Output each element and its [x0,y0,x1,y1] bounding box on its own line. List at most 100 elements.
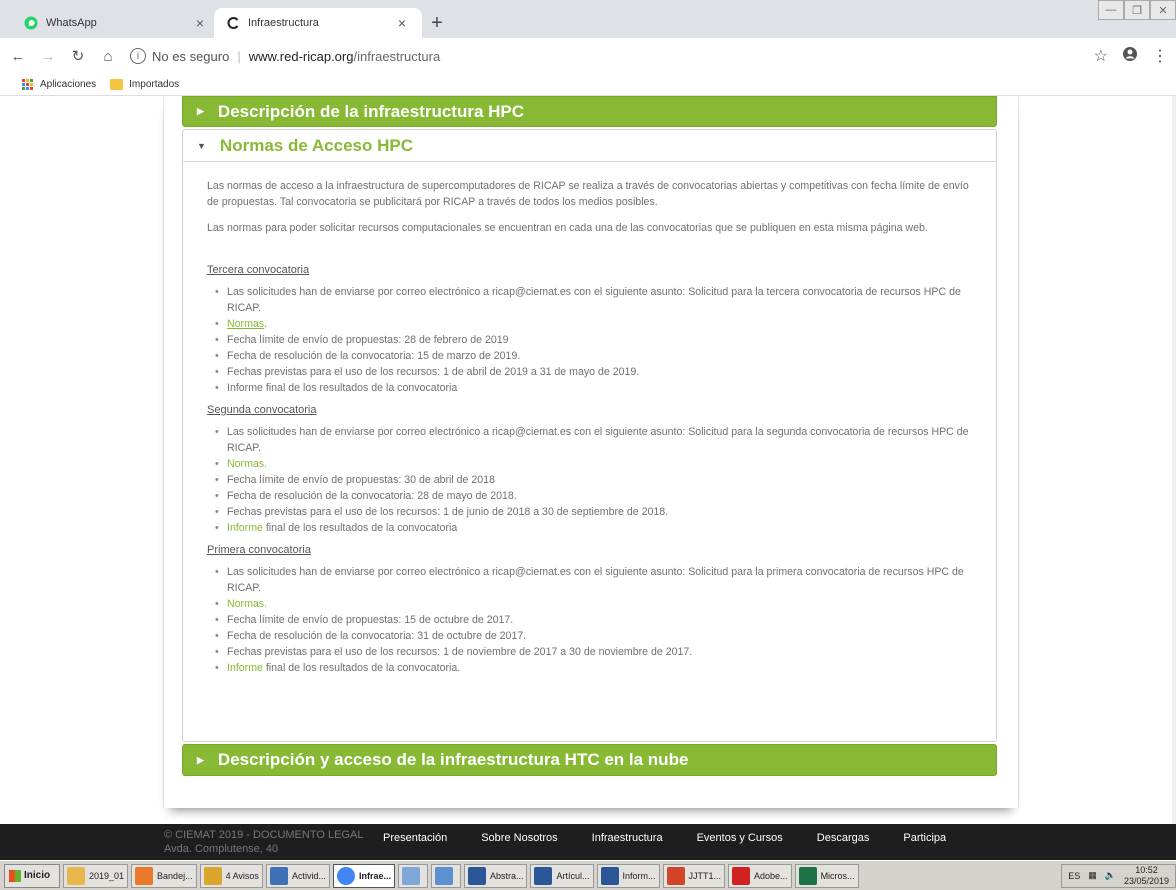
list-item: Fechas previstas para el uso de los recu… [215,504,972,520]
list-item-text: final de los resultados de la convocator… [262,662,461,674]
clock[interactable]: 10:52 23/05/2019 [1124,865,1169,887]
system-tray: ES ▦ 🔈 10:52 23/05/2019 [1061,863,1176,888]
footer-link-participa[interactable]: Participa [903,832,946,844]
list-item: Fechas previstas para el uso de los recu… [215,364,972,380]
taskbar-item-chrome[interactable]: Infrae... [332,863,395,888]
taskbar-item-word-3[interactable]: Inform... [596,863,660,888]
accordion-title: Normas de Acceso HPC [219,135,413,155]
normas-link[interactable]: Normas. [227,458,267,470]
close-tab-icon[interactable]: × [394,15,410,31]
panel-body: Las normas de acceso a la infraestructur… [183,162,996,676]
taskbar-item-folder[interactable]: 2019_01 [63,863,129,888]
taskbar-label: Micros... [820,870,855,881]
section-title-tercera: Tercera convocatoria [207,264,310,276]
star-icon[interactable]: ☆ [1094,46,1108,66]
intro-paragraph: Las normas para poder solicitar recursos… [207,222,928,234]
taskbar-item-outlook[interactable]: Bandej... [131,863,197,888]
windows-logo-icon [9,869,21,882]
footer-link-presentacion[interactable]: Presentación [383,832,447,844]
word-icon [600,866,619,885]
close-window-icon[interactable]: ✕ [1150,0,1176,20]
taskbar-item-word-1[interactable]: Abstra... [463,863,528,888]
footer-link-infraestructura[interactable]: Infraestructura [592,832,663,844]
accordion-panel-normas: ▼ Normas de Acceso HPC Las normas de acc… [182,129,997,742]
tab-label: Infraestructura [248,17,319,29]
taskbar-label: 2019_01 [89,870,125,881]
tab-infraestructura[interactable]: Infraestructura × [214,8,422,38]
accordion-header-normas[interactable]: ▼ Normas de Acceso HPC [183,130,996,162]
footer-link-eventos[interactable]: Eventos y Cursos [697,832,783,844]
taskbar-label: Activid... [291,870,326,881]
caret-down-icon: ▼ [197,140,206,151]
folder-icon [67,866,85,885]
tab-whatsapp[interactable]: WhatsApp × [12,8,220,38]
menu-icon[interactable]: ⋮ [1152,46,1168,66]
list-item: Fecha límite de envío de propuestas: 30 … [215,472,972,488]
whatsapp-icon [24,16,38,30]
forward-icon[interactable]: → [36,44,60,68]
reload-icon[interactable]: ↻ [66,44,90,68]
informe-link[interactable]: Informe [227,522,263,534]
network-icon[interactable]: ▦ [1088,870,1097,881]
account-icon[interactable] [1122,46,1138,67]
divider: | [237,48,241,64]
list-item: Fecha límite de envío de propuestas: 15 … [215,612,972,628]
back-icon[interactable]: ← [6,44,30,68]
apps-grid-icon [22,78,34,91]
bookmark-aplicaciones[interactable]: Aplicaciones [22,78,96,91]
excel-icon [798,866,817,885]
volume-icon[interactable]: 🔈 [1105,870,1116,881]
list-item: Normas. [215,316,972,332]
copyright-text[interactable]: © CIEMAT 2019 - DOCUMENTO LEGAL [164,828,363,842]
list-item: Informe final de los resultados de la co… [215,660,972,676]
list-item: Las solicitudes han de enviarse por corr… [215,424,972,456]
new-tab-button[interactable]: + [426,12,448,34]
clock-date: 23/05/2019 [1123,875,1169,886]
scrollbar[interactable] [1172,96,1176,824]
taskbar-item-excel[interactable]: Micros... [794,863,859,888]
accordion-header-htc-cloud[interactable]: ▶ Descripción y acceso de la infraestruc… [182,744,997,776]
list-tercera: Las solicitudes han de enviarse por corr… [207,284,972,396]
window-controls: — ❐ ✕ [1098,0,1176,24]
section-title-segunda: Segunda convocatoria [207,404,317,416]
bookmark-importados[interactable]: Importados [110,79,179,90]
taskbar-item-calendar[interactable]: Activid... [265,863,330,888]
taskbar-item-calculator[interactable] [397,863,428,888]
address-bar[interactable]: i No es seguro | www.red-ricap.org /infr… [130,42,1170,70]
list-item: Informe final de los resultados de la co… [215,380,972,396]
list-item: Fecha límite de envío de propuestas: 28 … [215,332,972,348]
footer-link-sobre-nosotros[interactable]: Sobre Nosotros [481,832,557,844]
home-icon[interactable]: ⌂ [96,44,120,68]
caret-right-icon: ▶ [197,106,204,116]
windows-taskbar: Inicio 2019_01 Bandej... 4 Avisos Activi… [0,860,1176,890]
close-tab-icon[interactable]: × [192,15,208,31]
section-title-primera: Primera convocatoria [207,544,311,556]
normas-link[interactable]: Normas [227,318,264,330]
taskbar-item-word-2[interactable]: Artícul... [530,863,594,888]
maximize-icon[interactable]: ❐ [1124,0,1150,20]
taskbar-item-notepad[interactable] [430,863,461,888]
calendar-icon [269,866,288,885]
browser-tab-strip: WhatsApp × Infraestructura × + — ❐ ✕ [0,0,1176,38]
normas-link[interactable]: Normas. [227,598,267,610]
taskbar-item-reminders[interactable]: 4 Avisos [199,863,263,888]
taskbar-label: 4 Avisos [225,870,259,881]
calculator-icon [401,866,420,885]
taskbar-label: Infrae... [358,870,391,881]
list-item: Fechas previstas para el uso de los recu… [215,644,972,660]
notepad-icon [434,866,453,885]
accordion-header-hpc-description[interactable]: ▶ Descripción de la infraestructura HPC [182,96,997,127]
footer-link-descargas[interactable]: Descargas [817,832,870,844]
info-icon[interactable]: i [130,48,146,64]
taskbar-item-adobe[interactable]: Adobe... [728,863,792,888]
loading-icon [226,16,240,30]
start-button[interactable]: Inicio [4,863,60,888]
informe-link[interactable]: Informe [227,662,263,674]
taskbar-label: Bandej... [157,870,193,881]
taskbar-item-powerpoint[interactable]: JJTT1... [662,863,726,888]
language-indicator[interactable]: ES [1068,871,1080,881]
list-item: Fecha de resolución de la convocatoria: … [215,628,972,644]
url-path: /infraestructura [353,48,441,64]
bell-icon [203,866,222,885]
minimize-icon[interactable]: — [1098,0,1124,20]
